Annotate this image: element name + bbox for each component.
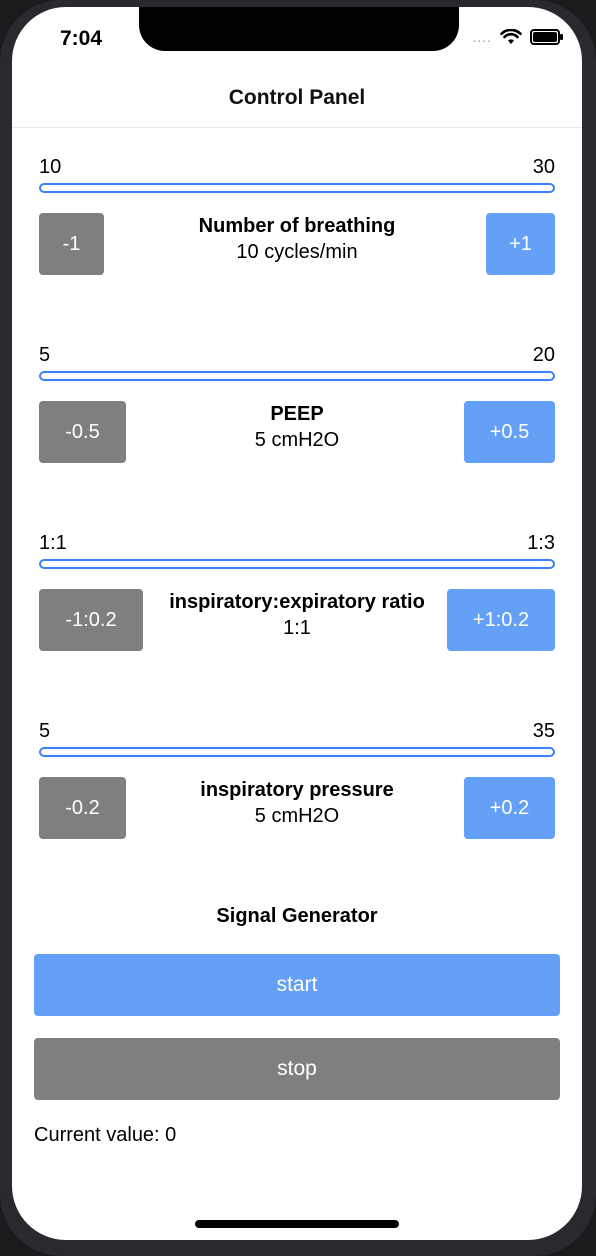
- control-peep: 5 20 PEEP 5 cmH2O -0.5 +0.5: [39, 344, 555, 465]
- increment-button[interactable]: +0.5: [464, 401, 555, 463]
- battery-icon: [530, 29, 563, 45]
- slider-min-label: 5: [39, 720, 51, 742]
- current-value-text: Current value: 0: [34, 1124, 177, 1146]
- app-screen: 7:04 .... Control Panel 10 30 Number of …: [12, 7, 582, 1240]
- home-indicator[interactable]: [195, 1220, 399, 1228]
- slider-max-label: 20: [532, 344, 555, 366]
- notch: [139, 7, 459, 51]
- stop-button[interactable]: stop: [34, 1038, 560, 1100]
- control-breathing-rate: 10 30 Number of breathing 10 cycles/min …: [39, 156, 555, 277]
- slider-min-label: 1:1: [39, 532, 67, 554]
- decrement-button[interactable]: -0.5: [39, 401, 126, 463]
- decrement-button[interactable]: -1: [39, 213, 104, 275]
- device-frame: 7:04 .... Control Panel 10 30 Number of …: [0, 0, 596, 1256]
- slider-min-label: 5: [39, 344, 51, 366]
- control-ie-ratio: 1:1 1:3 inspiratory:expiratory ratio 1:1…: [39, 532, 555, 653]
- slider-min-label: 10: [39, 156, 62, 178]
- breathing-rate-slider[interactable]: [39, 183, 555, 193]
- inspiratory-pressure-slider[interactable]: [39, 747, 555, 757]
- wifi-icon: [500, 29, 522, 44]
- slider-max-label: 30: [532, 156, 555, 178]
- increment-button[interactable]: +1:0.2: [447, 589, 555, 651]
- control-value: 10 cycles/min: [236, 241, 358, 263]
- increment-button[interactable]: +1: [486, 213, 555, 275]
- decrement-button[interactable]: -0.2: [39, 777, 126, 839]
- increment-button[interactable]: +0.2: [464, 777, 555, 839]
- slider-max-label: 1:3: [527, 532, 555, 554]
- page-title: Control Panel: [228, 86, 366, 109]
- peep-slider[interactable]: [39, 371, 555, 381]
- cellular-signal-icon: ....: [472, 29, 492, 45]
- control-inspiratory-pressure: 5 35 inspiratory pressure 5 cmH2O -0.2 +…: [39, 720, 555, 841]
- control-label: Number of breathing 10 cycles/min: [39, 213, 555, 265]
- navigation-bar: Control Panel: [12, 77, 582, 128]
- slider-max-label: 35: [532, 720, 555, 742]
- start-button[interactable]: start: [34, 954, 560, 1016]
- signal-generator-title: Signal Generator: [216, 905, 378, 927]
- status-indicators: ....: [472, 29, 563, 45]
- control-name: Number of breathing: [198, 215, 396, 237]
- ie-ratio-slider[interactable]: [39, 559, 555, 569]
- decrement-button[interactable]: -1:0.2: [39, 589, 143, 651]
- status-time: 7:04: [60, 27, 103, 50]
